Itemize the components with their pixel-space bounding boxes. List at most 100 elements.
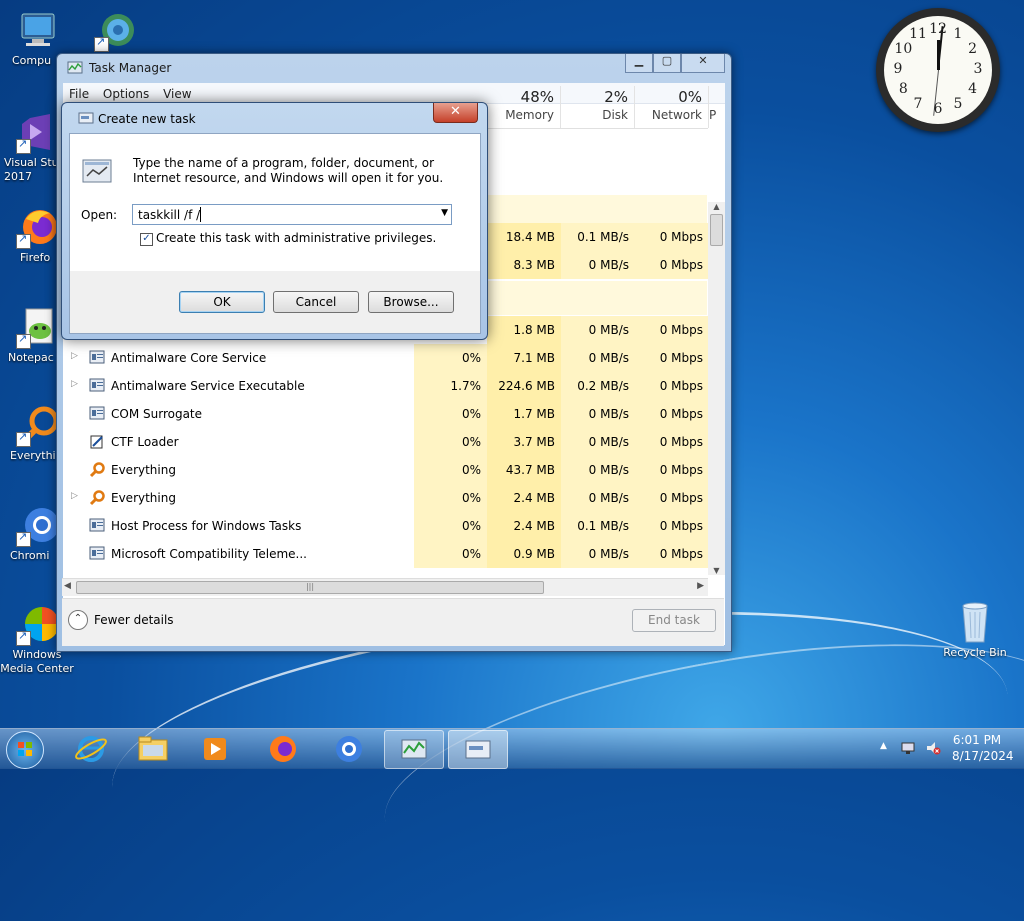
cell-memory: 1.8 MB (487, 316, 561, 344)
media-player-icon (204, 738, 226, 760)
start-button[interactable] (6, 731, 44, 769)
ok-button[interactable]: OK (179, 291, 265, 313)
chromium-icon (16, 503, 60, 547)
scroll-down-arrow-icon[interactable]: ▼ (708, 566, 725, 575)
cell-disk: 0 MB/s (561, 344, 635, 372)
column-name: P (709, 108, 717, 122)
close-button[interactable]: ✕ (681, 54, 725, 73)
tray-clock[interactable]: 6:01 PM 8/17/2024 (952, 733, 1014, 763)
scroll-right-arrow-icon[interactable]: ▶ (697, 581, 704, 591)
column-percent (709, 88, 723, 106)
dialog-close-button[interactable]: ✕ (433, 103, 478, 123)
process-name: Host Process for Windows Tasks (111, 519, 302, 533)
desktop-icon-label: Windows Media Center (0, 648, 74, 675)
menu-options[interactable]: Options (103, 87, 149, 101)
process-name: Antimalware Core Service (111, 351, 267, 365)
scroll-left-arrow-icon[interactable]: ◀ (64, 581, 71, 591)
open-input[interactable]: taskkill /f / (138, 208, 200, 222)
horizontal-scroll-thumb[interactable]: ||| (76, 581, 544, 594)
task-manager-icon (401, 739, 427, 759)
clock-gadget[interactable]: 12 1 2 3 4 5 6 7 8 9 10 11 (876, 8, 1000, 132)
notepad-plus-icon (16, 305, 60, 349)
run-icon (78, 112, 94, 124)
clock-number: 3 (973, 61, 983, 77)
cell-network: 0 Mbps (635, 344, 709, 372)
fewer-details-link[interactable]: Fewer details (94, 613, 174, 627)
desktop-icon-network[interactable] (78, 8, 154, 54)
taskbar-media-player[interactable] (186, 730, 244, 767)
cell-cpu: 0% (414, 484, 487, 512)
run-icon (465, 740, 491, 759)
table-row[interactable]: ▷ Antimalware Service Executable 1.7% 224.6… (62, 372, 709, 400)
service-icon (89, 518, 105, 532)
window-controls: ▁ ▢ ✕ (625, 54, 725, 73)
expand-arrow-icon[interactable]: ▷ (71, 491, 78, 501)
desktop-icon-label: Recycle Bin (943, 646, 1007, 659)
everything-icon (16, 403, 60, 447)
column-name: Network (651, 108, 702, 122)
volume-muted-icon[interactable] (925, 740, 941, 759)
column-header-power[interactable]: P (709, 86, 723, 128)
menu-view[interactable]: View (163, 87, 191, 101)
table-row[interactable]: Microsoft Compatibility Teleme... 0% 0.9 M… (62, 540, 709, 568)
tray-time: 6:01 PM (952, 733, 1002, 747)
create-new-task-dialog: Create new task ✕ Type the name of a pro… (61, 102, 488, 340)
network-icon (94, 8, 138, 52)
column-percent: 48% (520, 88, 554, 106)
magnifier-icon (89, 490, 105, 506)
taskbar-chromium[interactable] (320, 730, 378, 767)
column-name: Disk (602, 108, 628, 122)
end-task-button[interactable]: End task (632, 609, 716, 632)
taskbar-run-dialog[interactable] (448, 730, 508, 769)
vertical-scroll-thumb[interactable] (710, 214, 723, 246)
cancel-button[interactable]: Cancel (273, 291, 359, 313)
recycle-bin-icon (953, 600, 997, 644)
column-header-memory[interactable]: 48% Memory (487, 86, 561, 128)
process-name: Everything (111, 463, 176, 477)
collapse-chevron-icon[interactable]: ⌃ (68, 610, 88, 630)
table-row[interactable]: ▷ Everything 0% 2.4 MB 0 MB/s 0 Mbps (62, 484, 709, 512)
desktop-icon-recycle-bin[interactable]: Recycle Bin (937, 600, 1013, 660)
column-percent: 2% (604, 88, 628, 106)
cell-network: 0 Mbps (635, 223, 709, 251)
taskbar-task-manager[interactable] (384, 730, 444, 769)
column-header-disk[interactable]: 2% Disk (561, 86, 635, 128)
cell-memory: 1.7 MB (487, 400, 561, 428)
taskbar-explorer[interactable] (124, 730, 182, 767)
cell-memory: 18.4 MB (487, 223, 561, 251)
column-header-network[interactable]: 0% Network (635, 86, 709, 128)
minimize-button[interactable]: ▁ (625, 54, 653, 73)
table-row[interactable]: Host Process for Windows Tasks 0% 2.4 MB 0.… (62, 512, 709, 540)
maximize-button[interactable]: ▢ (653, 54, 681, 73)
dialog-title: Create new task (98, 112, 196, 126)
open-combobox[interactable]: taskkill /f / ▼ (132, 204, 452, 225)
network-tray-icon[interactable] (900, 740, 916, 759)
expand-arrow-icon[interactable]: ▷ (71, 351, 78, 361)
table-row[interactable]: CTF Loader 0% 3.7 MB 0 MB/s 0 Mbps (62, 428, 709, 456)
dropdown-arrow-icon[interactable]: ▼ (441, 208, 448, 218)
menu-file[interactable]: File (69, 87, 89, 101)
cell-cpu: 0% (414, 512, 487, 540)
admin-checkbox-label[interactable]: Create this task with administrative pri… (156, 231, 436, 245)
dialog-main-area: Type the name of a program, folder, docu… (70, 134, 480, 271)
taskbar-ie[interactable] (62, 730, 120, 767)
admin-checkbox[interactable]: ✓ (140, 233, 153, 246)
browse-button[interactable]: Browse... (368, 291, 454, 313)
cell-memory: 0.9 MB (487, 540, 561, 568)
table-row[interactable]: COM Surrogate 0% 1.7 MB 0 MB/s 0 Mbps (62, 400, 709, 428)
table-row[interactable]: Everything 0% 43.7 MB 0 MB/s 0 Mbps (62, 456, 709, 484)
cell-network: 0 Mbps (635, 540, 709, 568)
show-hidden-icons-arrow[interactable]: ▲ (880, 741, 887, 751)
taskbar-firefox[interactable] (254, 730, 312, 767)
clock-number: 5 (953, 95, 963, 112)
table-row[interactable]: ▷ Antimalware Core Service 0% 7.1 MB 0 MB/s 0… (62, 344, 709, 372)
process-name: Antimalware Service Executable (111, 379, 305, 393)
vertical-scrollbar[interactable]: ▲ ▼ (708, 202, 725, 575)
cell-memory: 3.7 MB (487, 428, 561, 456)
cell-memory: 2.4 MB (487, 512, 561, 540)
internet-explorer-icon (75, 736, 107, 762)
horizontal-scrollbar[interactable]: ◀ ||| ▶ (62, 578, 708, 596)
cell-disk: 0.1 MB/s (561, 223, 635, 251)
process-name: Microsoft Compatibility Teleme... (111, 547, 307, 561)
expand-arrow-icon[interactable]: ▷ (71, 379, 78, 389)
